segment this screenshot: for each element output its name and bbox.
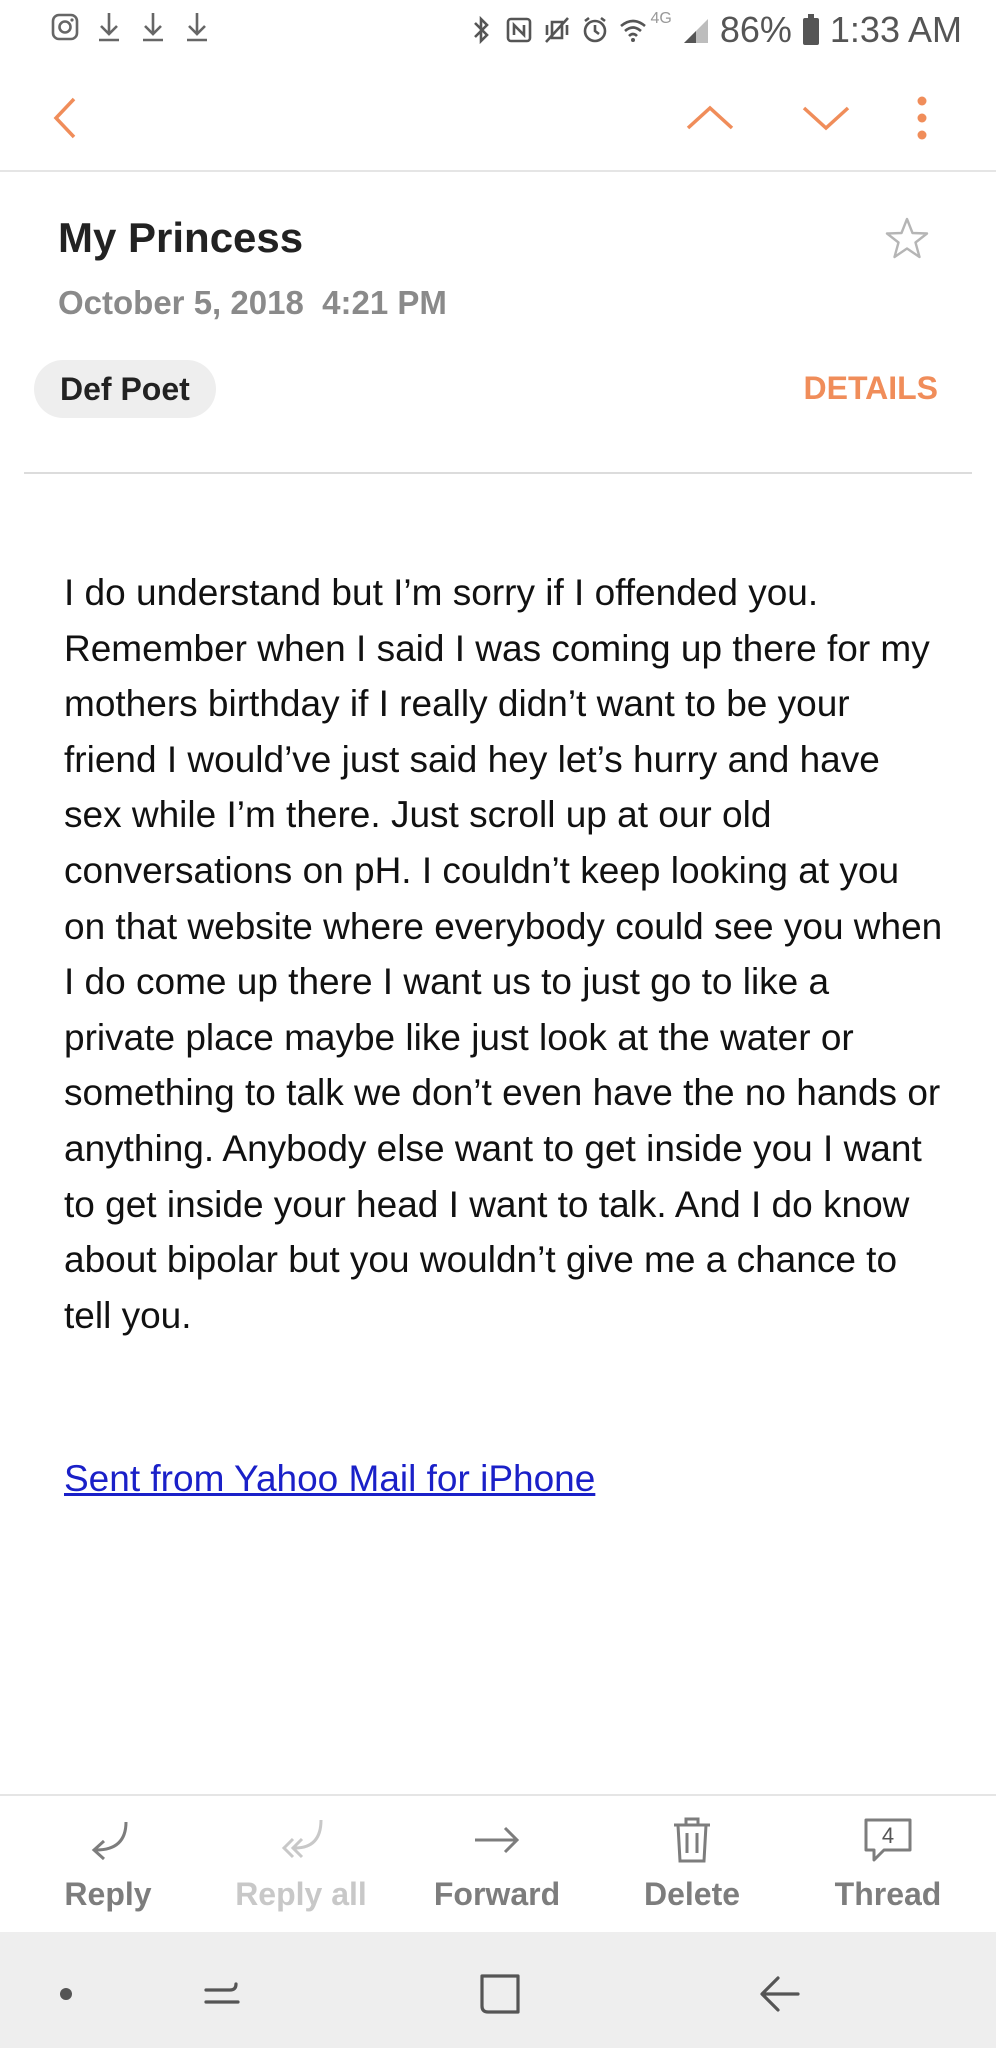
recent-apps-icon[interactable] (198, 1970, 246, 2018)
more-vert-icon (917, 96, 927, 140)
thread-label: Thread (834, 1876, 942, 1912)
star-icon[interactable] (884, 216, 930, 262)
vibrate-icon (544, 17, 569, 43)
forward-label: Forward (433, 1876, 561, 1912)
action-bar: Reply Reply all Forward Delete 4 Thread (0, 1794, 996, 1932)
system-indicators: 4G 86% 1:33 AM (467, 4, 962, 56)
forward-button[interactable]: Forward (407, 1814, 587, 1913)
battery-percent: 86% (719, 9, 792, 50)
email-body: I do understand but I’m sorry if I offen… (64, 572, 943, 1336)
more-options-button[interactable] (892, 88, 952, 148)
battery-icon (802, 14, 819, 45)
nav-dot-icon[interactable] (52, 1970, 100, 2018)
reply-button[interactable]: Reply (18, 1814, 198, 1913)
signal-icon (683, 19, 708, 43)
reply-icon (91, 1821, 128, 1861)
reply-all-icon (281, 1819, 323, 1859)
reply-all-label: Reply all (235, 1876, 367, 1912)
download-icon (143, 13, 163, 42)
email-date: October 5, 2018 4:21 PM (58, 284, 447, 321)
delete-label: Delete (643, 1876, 741, 1912)
bluetooth-icon (473, 15, 489, 45)
sender-chip[interactable]: Def Poet (34, 360, 216, 418)
trash-icon (674, 1817, 710, 1863)
reply-label: Reply (64, 1876, 152, 1912)
alarm-icon (583, 16, 606, 43)
nfc-icon (506, 17, 531, 43)
details-button[interactable]: DETAILS (803, 370, 938, 407)
signature-link[interactable]: Sent from Yahoo Mail for iPhone (64, 1458, 595, 1500)
forward-icon (475, 1826, 520, 1854)
status-bar: 4G 86% 1:33 AM (0, 0, 996, 60)
top-app-bar (0, 60, 996, 172)
download-icon (99, 13, 119, 42)
header-divider (24, 472, 972, 474)
back-arrow-icon (53, 97, 76, 139)
instagram-icon (51, 13, 79, 41)
download-icon (187, 13, 207, 42)
delete-button[interactable]: Delete (602, 1814, 782, 1913)
previous-email-button[interactable] (680, 88, 740, 148)
thread-count: 4 (882, 1823, 894, 1848)
wifi-icon (619, 19, 646, 42)
next-email-icon (802, 106, 850, 131)
home-icon[interactable] (476, 1970, 524, 2018)
previous-email-icon (686, 105, 734, 130)
back-button[interactable] (36, 88, 96, 148)
clock: 1:33 AM (829, 9, 962, 50)
nav-back-icon[interactable] (756, 1970, 804, 2018)
system-nav-bar (0, 1932, 996, 2048)
email-subject: My Princess (58, 214, 304, 261)
notification-icons (50, 10, 212, 44)
thread-icon: 4 (864, 1818, 912, 1862)
reply-all-button[interactable]: Reply all (211, 1814, 391, 1913)
thread-button[interactable]: 4 Thread (798, 1814, 978, 1913)
next-email-button[interactable] (796, 88, 856, 148)
network-type: 4G (650, 10, 672, 27)
